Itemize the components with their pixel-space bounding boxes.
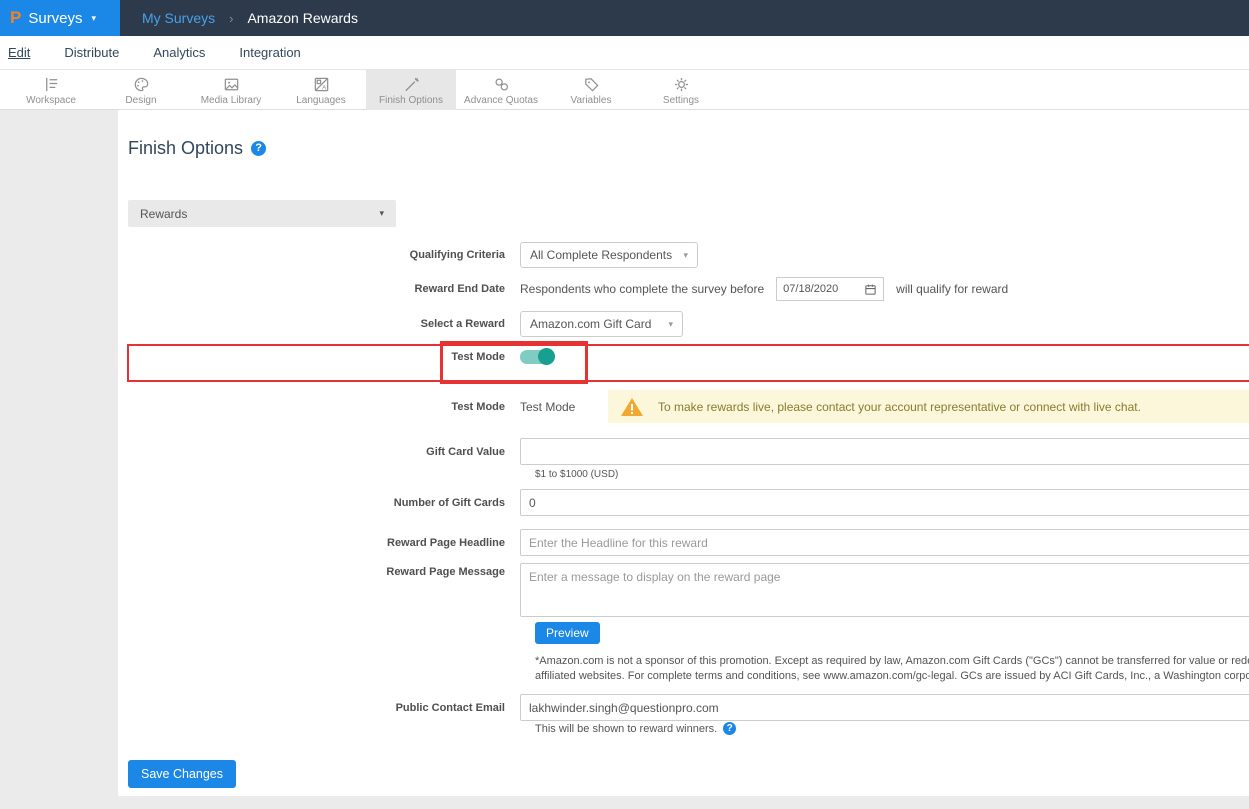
end-date-suffix-text: will qualify for reward — [896, 282, 1008, 296]
toggle-knob — [538, 348, 555, 365]
preview-button[interactable]: Preview — [535, 622, 600, 644]
reward-type-value: Rewards — [140, 207, 187, 221]
end-date-prefix-text: Respondents who complete the survey befo… — [520, 282, 764, 296]
nav-tab-analytics[interactable]: Analytics — [153, 45, 205, 60]
row-qualifying-criteria: Qualifying Criteria All Complete Respond… — [118, 242, 1249, 268]
page-title: Finish Options — [128, 138, 243, 159]
design-palette-icon — [132, 75, 151, 94]
toolbar-item-finish-options[interactable]: Finish Options — [366, 70, 456, 110]
reward-headline-input[interactable] — [520, 529, 1249, 556]
gift-card-value-hint: $1 to $1000 (USD) — [535, 469, 618, 480]
reward-message-label: Reward Page Message — [118, 563, 520, 578]
row-number-gift-cards: Number of Gift Cards — [118, 489, 1249, 516]
row-select-reward: Select a Reward Amazon.com Gift Card ▾ — [118, 311, 1249, 337]
caret-down-icon: ▾ — [379, 208, 384, 219]
public-contact-email-input[interactable] — [520, 694, 1249, 721]
number-gift-cards-input[interactable] — [520, 489, 1249, 516]
app-switcher[interactable]: P Surveys ▾ — [0, 0, 120, 36]
row-test-mode-toggle: Test Mode — [118, 350, 1249, 364]
test-mode-warning-banner: To make rewards live, please contact you… — [608, 390, 1249, 423]
questionpro-logo-icon: P — [10, 8, 21, 28]
breadcrumb: My Surveys › Amazon Rewards — [142, 10, 358, 26]
calendar-icon — [864, 283, 877, 296]
amazon-disclaimer: *Amazon.com is not a sponsor of this pro… — [535, 654, 1249, 684]
chevron-down-icon: ▾ — [683, 250, 688, 261]
nav-tab-integration[interactable]: Integration — [239, 45, 300, 60]
caret-down-icon: ▾ — [92, 13, 97, 24]
reward-message-textarea[interactable] — [520, 563, 1249, 617]
nav-tab-edit[interactable]: Edit — [8, 45, 30, 60]
banner-text: To make rewards live, please contact you… — [658, 400, 1141, 414]
settings-gear-icon — [672, 75, 691, 94]
toolbar-item-advance-quotas[interactable]: Advance Quotas — [456, 70, 546, 110]
row-gift-card-value: Gift Card Value — [118, 438, 1249, 465]
number-gift-cards-label: Number of Gift Cards — [118, 497, 520, 509]
save-changes-button[interactable]: Save Changes — [128, 760, 236, 788]
reward-headline-label: Reward Page Headline — [118, 537, 520, 549]
toolbar-item-variables[interactable]: Variables — [546, 70, 636, 110]
gift-card-value-input[interactable] — [520, 438, 1249, 465]
advance-quotas-icon — [492, 75, 511, 94]
test-mode-toggle[interactable] — [520, 350, 554, 364]
help-icon[interactable]: ? — [723, 722, 736, 735]
warning-triangle-icon — [620, 396, 644, 418]
reward-type-select[interactable]: Rewards ▾ — [128, 200, 396, 227]
chevron-down-icon: ▾ — [668, 319, 673, 330]
media-library-icon — [222, 75, 241, 94]
row-reward-headline: Reward Page Headline — [118, 529, 1249, 556]
languages-icon: A — [312, 75, 331, 94]
gift-card-value-label: Gift Card Value — [118, 446, 520, 458]
reward-end-date-input[interactable]: 07/18/2020 — [776, 277, 884, 301]
finish-options-wand-icon — [402, 75, 421, 94]
qualifying-criteria-select[interactable]: All Complete Respondents ▾ — [520, 242, 698, 268]
toolbar-item-settings[interactable]: Settings — [636, 70, 726, 110]
test-mode-toggle-label: Test Mode — [118, 351, 520, 363]
nav-tab-distribute[interactable]: Distribute — [64, 45, 119, 60]
app-label: Surveys — [28, 10, 82, 27]
select-reward-label: Select a Reward — [118, 318, 520, 330]
row-reward-end-date: Reward End Date Respondents who complete… — [118, 277, 1249, 301]
qualifying-criteria-label: Qualifying Criteria — [118, 249, 520, 261]
help-icon[interactable]: ? — [251, 141, 266, 156]
breadcrumb-my-surveys[interactable]: My Surveys — [142, 10, 215, 26]
test-mode-status-value: Test Mode — [520, 400, 608, 414]
test-mode-status-label: Test Mode — [118, 401, 520, 413]
row-test-mode-status: Test Mode Test Mode To make rewards live… — [118, 390, 1249, 423]
disclaimer-line-2: affiliated websites. For complete terms … — [535, 669, 1249, 684]
select-reward-select[interactable]: Amazon.com Gift Card ▾ — [520, 311, 683, 337]
breadcrumb-separator-icon: › — [229, 11, 233, 26]
toolbar-item-workspace[interactable]: Workspace — [6, 70, 96, 110]
public-contact-email-hint: This will be shown to reward winners. ? — [535, 722, 736, 735]
variables-tag-icon — [582, 75, 601, 94]
toolbar-item-languages[interactable]: A Languages — [276, 70, 366, 110]
edit-toolbar: Workspace Design Media Library A Languag… — [0, 70, 1249, 110]
row-public-contact-email: Public Contact Email — [118, 694, 1249, 721]
top-bar: P Surveys ▾ My Surveys › Amazon Rewards — [0, 0, 1249, 36]
toolbar-item-design[interactable]: Design — [96, 70, 186, 110]
public-contact-email-label: Public Contact Email — [118, 702, 520, 714]
main-content: Finish Options ? Rewards ▾ Qualifying Cr… — [118, 110, 1249, 796]
reward-end-date-label: Reward End Date — [118, 283, 520, 295]
row-reward-message: Reward Page Message — [118, 563, 1249, 617]
toolbar-item-media-library[interactable]: Media Library — [186, 70, 276, 110]
section-nav: Edit Distribute Analytics Integration — [0, 36, 1249, 70]
breadcrumb-current: Amazon Rewards — [247, 10, 358, 26]
workspace-icon — [42, 75, 61, 94]
disclaimer-line-1: *Amazon.com is not a sponsor of this pro… — [535, 654, 1249, 669]
